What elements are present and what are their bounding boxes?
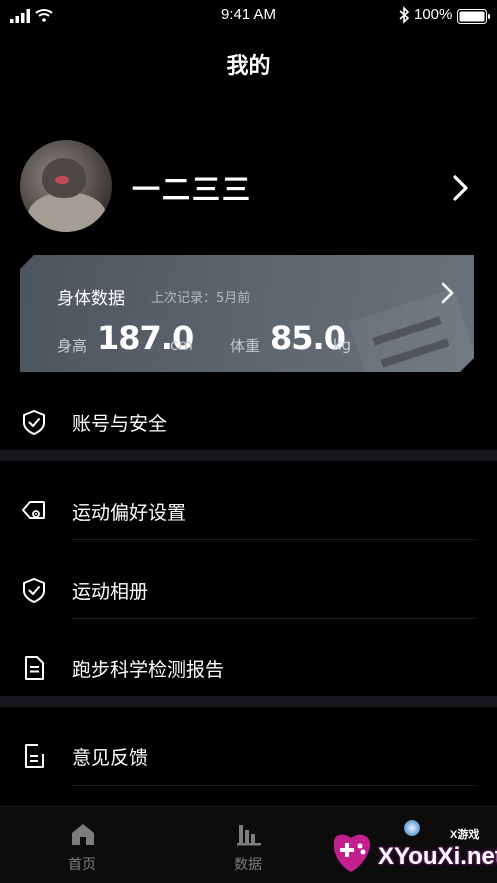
screen: 9:41 AM 100% 我的 一二三三 身体数据 上次记录：5月前 身高 18… — [0, 0, 497, 883]
divider — [72, 785, 475, 786]
divider — [72, 539, 475, 540]
body-data-card[interactable]: 身体数据 上次记录：5月前 身高 187.0 cm 体重 85.0 kg — [20, 255, 474, 372]
status-bar: 9:41 AM 100% — [0, 0, 497, 32]
username[interactable]: 一二三三 — [132, 168, 252, 208]
tab-home[interactable]: 首页 — [22, 807, 142, 883]
menu-label: 意见反馈 — [72, 747, 149, 769]
chevron-right-icon[interactable] — [451, 174, 471, 202]
shield-check-icon — [23, 578, 45, 603]
home-icon — [72, 824, 94, 845]
bluetooth-icon — [399, 6, 410, 24]
last-record-text: 上次记录：5月前 — [151, 291, 251, 306]
gamepad-logo-icon — [333, 834, 370, 872]
menu-label: 账号与安全 — [72, 413, 168, 435]
watermark-text: XYouXi.net — [378, 843, 497, 870]
body-data-title: 身体数据 — [57, 289, 125, 309]
tab-label: 首页 — [68, 857, 96, 873]
avatar[interactable] — [20, 140, 112, 232]
tag-settings-icon — [22, 501, 45, 519]
page-title: 我的 — [226, 54, 271, 79]
menu-item-running-report[interactable]: 跑步科学检测报告 — [0, 640, 497, 696]
document-icon — [25, 656, 44, 680]
tab-label: 数据 — [234, 857, 262, 873]
menu-label: 运动偏好设置 — [72, 502, 187, 524]
height-label: 身高 — [57, 337, 88, 355]
divider — [72, 618, 475, 619]
edit-note-icon — [25, 744, 44, 768]
menu-item-sport-preferences[interactable]: 运动偏好设置 — [0, 483, 497, 539]
bar-chart-icon — [237, 825, 261, 846]
battery-icon — [457, 9, 490, 24]
section-separator — [0, 450, 497, 461]
menu-label: 跑步科学检测报告 — [72, 659, 225, 681]
menu-item-feedback[interactable]: 意见反馈 — [0, 728, 497, 784]
chevron-right-icon[interactable] — [440, 281, 456, 305]
watermark-small-text: X游戏 — [450, 829, 480, 841]
shield-check-icon — [23, 410, 45, 435]
battery-percent: 100% — [414, 6, 453, 23]
menu-item-account-security[interactable]: 账号与安全 — [0, 394, 497, 450]
section-separator — [0, 696, 497, 707]
weight-label: 体重 — [230, 337, 261, 355]
menu-item-sport-album[interactable]: 运动相册 — [0, 562, 497, 618]
menu-label: 运动相册 — [72, 581, 149, 603]
height-unit: cm — [170, 336, 193, 354]
weight-unit: kg — [333, 336, 352, 354]
tab-data[interactable]: 数据 — [188, 807, 308, 883]
